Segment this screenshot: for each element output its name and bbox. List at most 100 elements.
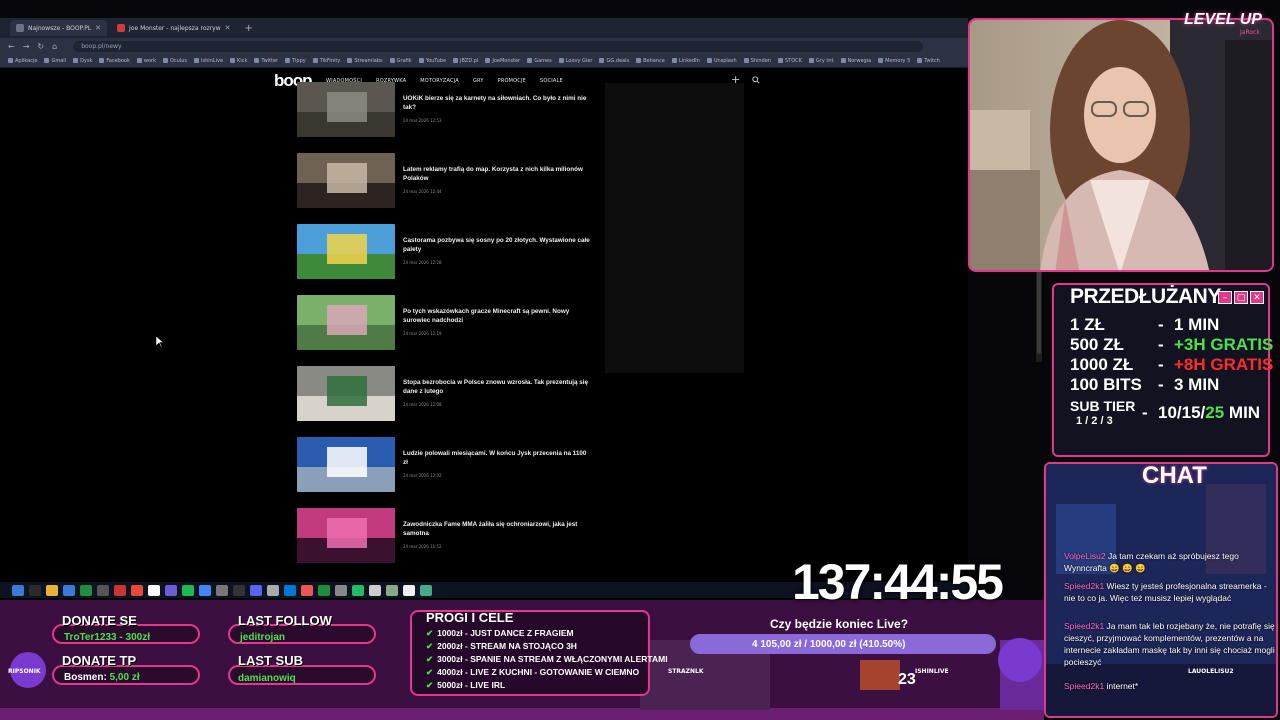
webcam-feed xyxy=(968,18,1274,272)
bookmark-item[interactable]: STOCK xyxy=(777,58,802,64)
bookmark-item[interactable]: LinkedIn xyxy=(671,58,700,64)
article-item[interactable]: Zawodniczka Fame MMA żaliła się ochronia… xyxy=(297,508,597,579)
article-item[interactable]: Stopa bezrobocia w Polsce znowu wzrosła.… xyxy=(297,366,597,437)
checkmark-icon: ✔ xyxy=(426,641,434,651)
bookmark-item[interactable]: Loovy Gier xyxy=(558,58,592,64)
taskbar-app-icon[interactable] xyxy=(267,584,279,596)
article-thumbnail[interactable] xyxy=(297,153,395,208)
donate-tp-amount: 5,00 zł xyxy=(106,672,140,683)
bookmark-item[interactable]: IshinLive xyxy=(194,58,223,64)
taskbar-app-icon[interactable] xyxy=(12,584,24,596)
article-title[interactable]: UOKiK bierze się za karnety na siłowniac… xyxy=(403,94,593,112)
chat-text: internet* xyxy=(1106,681,1139,691)
taskbar-app-icon[interactable] xyxy=(233,584,245,596)
bookmark-item[interactable]: Twitter xyxy=(254,58,278,64)
bookmark-item[interactable]: Behance xyxy=(636,58,665,64)
article-item[interactable]: Castorama pozbywa się sosny po 20 złotyc… xyxy=(297,224,597,295)
pricing-amount: 100 BITS xyxy=(1070,375,1142,394)
article-item[interactable]: Latem reklamy trafią do map. Korzysta z … xyxy=(297,153,597,224)
bookmark-item[interactable]: Oculus xyxy=(162,58,187,64)
taskbar-app-icon[interactable] xyxy=(335,584,347,596)
url-field[interactable]: boop.pl/newy xyxy=(73,40,924,52)
bookmark-item[interactable]: Streamlabs xyxy=(347,58,383,64)
taskbar-app-icon[interactable] xyxy=(80,584,92,596)
bookmark-item[interactable]: Grafik xyxy=(389,58,412,64)
article-thumbnail[interactable] xyxy=(297,508,395,563)
bookmark-item[interactable]: TikFinity xyxy=(312,58,340,64)
taskbar-app-icon[interactable] xyxy=(284,584,296,596)
article-title[interactable]: Ludzie polowali miesiącami. W końcu Jysk… xyxy=(403,449,593,467)
back-arrow-icon[interactable]: ← xyxy=(8,42,15,51)
bookmark-item[interactable]: Shinden xyxy=(743,58,771,64)
bookmark-item[interactable]: work xyxy=(136,58,156,64)
bookmark-item[interactable]: Aplikacje xyxy=(8,58,37,64)
taskbar-app-icon[interactable] xyxy=(199,584,211,596)
taskbar-app-icon[interactable] xyxy=(131,584,143,596)
bookmark-item[interactable]: Tippy xyxy=(285,58,306,64)
bookmark-label: JoeMonster xyxy=(492,57,521,64)
bookmark-item[interactable]: Facebook xyxy=(99,58,130,64)
taskbar-app-icon[interactable] xyxy=(29,584,41,596)
bookmark-item[interactable]: Unsplash xyxy=(706,58,737,64)
tab-joemonster[interactable]: Joe Monster - najlepsza rozryw ✕ xyxy=(111,20,236,36)
goal-item: ✔ 4000zł - LIVE Z KUCHNI - GOTOWANIE W CI… xyxy=(426,667,639,678)
bookmark-label: Twitch xyxy=(924,57,940,64)
article-title[interactable]: Po tych wskazówkach gracze Minecraft są … xyxy=(403,307,593,325)
taskbar-app-icon[interactable] xyxy=(216,584,228,596)
article-thumbnail[interactable] xyxy=(297,437,395,492)
bookmark-item[interactable]: GG.deals xyxy=(599,58,629,64)
bookmark-item[interactable]: Kick xyxy=(230,58,247,64)
article-title[interactable]: Castorama pozbywa się sosny po 20 złotyc… xyxy=(403,236,593,254)
article-title[interactable]: Latem reklamy trafią do map. Korzysta z … xyxy=(403,165,593,183)
chat-panel: CHAT VolpeLisu2 Ja tam czekam aż spróbuj… xyxy=(1044,462,1278,718)
article-thumbnail[interactable] xyxy=(297,224,395,279)
taskbar-app-icon[interactable] xyxy=(63,584,75,596)
taskbar-app-icon[interactable] xyxy=(182,584,194,596)
taskbar-app-icon[interactable] xyxy=(97,584,109,596)
search-icon[interactable] xyxy=(752,76,760,84)
home-icon[interactable]: ⌂ xyxy=(52,42,57,51)
taskbar-app-icon[interactable] xyxy=(369,584,381,596)
taskbar-app-icon[interactable] xyxy=(301,584,313,596)
bookmark-item[interactable]: Gmail xyxy=(44,58,66,64)
taskbar-app-icon[interactable] xyxy=(165,584,177,596)
taskbar-app-icon[interactable] xyxy=(420,584,432,596)
boop-favicon-icon xyxy=(16,24,24,32)
taskbar-app-icon[interactable] xyxy=(250,584,262,596)
bookmark-item[interactable]: Norwegia xyxy=(840,57,872,64)
close-icon[interactable]: ✕ xyxy=(95,24,101,32)
poll-question: Czy będzie koniec Live? xyxy=(770,617,909,631)
bookmark-label: Norwegia xyxy=(847,57,872,64)
bookmark-item[interactable]: Memory 5 xyxy=(878,58,910,64)
bookmark-item[interactable]: JBZD.pl xyxy=(453,58,478,64)
article-item[interactable]: Po tych wskazówkach gracze Minecraft są … xyxy=(297,295,597,366)
bookmark-item[interactable]: JoeMonster xyxy=(485,58,520,64)
tab-boop[interactable]: Najnowsze - BOOP.PL ✕ xyxy=(10,20,108,36)
article-thumbnail[interactable] xyxy=(297,295,395,350)
article-thumbnail[interactable] xyxy=(297,82,395,137)
taskbar-app-icon[interactable] xyxy=(403,584,415,596)
bookmark-item[interactable]: YouTube xyxy=(418,58,446,64)
article-title[interactable]: Stopa bezrobocia w Polsce znowu wzrosła.… xyxy=(403,378,593,396)
goal-text: 3000zł - SPANIE NA STREAM Z WŁĄCZONYMI A… xyxy=(437,654,668,664)
article-item[interactable]: Ludzie polowali miesiącami. W końcu Jysk… xyxy=(297,437,597,508)
bookmark-item[interactable]: Dysk xyxy=(73,58,92,64)
new-tab-plus-icon[interactable]: + xyxy=(240,23,256,34)
taskbar-app-icon[interactable] xyxy=(318,584,330,596)
close-icon[interactable]: ✕ xyxy=(225,24,231,32)
bookmark-item[interactable]: Twitch xyxy=(917,58,940,64)
taskbar-app-icon[interactable] xyxy=(352,584,364,596)
reload-icon[interactable]: ↻ xyxy=(37,42,44,51)
bookmark-label: GG.deals xyxy=(606,57,630,64)
bookmark-item[interactable]: Gry tnt xyxy=(808,58,834,64)
bookmark-favicon-icon xyxy=(527,58,533,63)
taskbar-app-icon[interactable] xyxy=(386,584,398,596)
article-thumbnail[interactable] xyxy=(297,366,395,421)
taskbar-app-icon[interactable] xyxy=(114,584,126,596)
article-title[interactable]: Zawodniczka Fame MMA żaliła się ochronia… xyxy=(403,520,593,538)
forward-arrow-icon[interactable]: → xyxy=(23,42,30,51)
article-item[interactable]: UOKiK bierze się za karnety na siłowniac… xyxy=(297,82,597,153)
taskbar-app-icon[interactable] xyxy=(148,584,160,596)
bookmark-item[interactable]: Games xyxy=(527,58,552,64)
taskbar-app-icon[interactable] xyxy=(46,584,58,596)
